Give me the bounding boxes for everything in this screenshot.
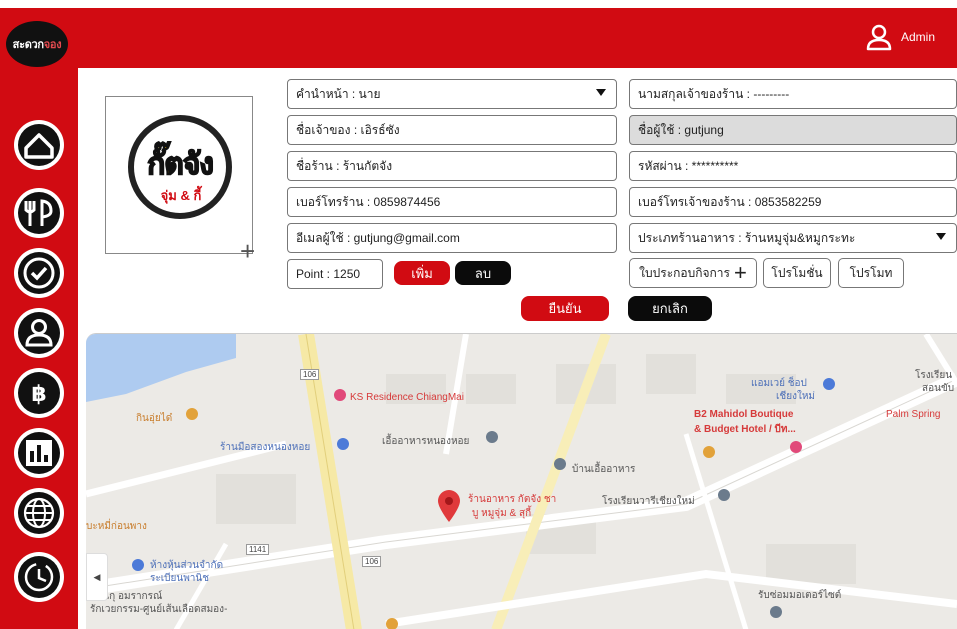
location-pin-icon[interactable] [437, 489, 461, 523]
cancel-button[interactable]: ยกเลิก [628, 296, 712, 321]
place-pin-icon[interactable] [554, 458, 566, 470]
map-label-ban-ue: บ้านเอื้ออาหาร [572, 464, 636, 475]
map-collapse-button[interactable]: ◀ [86, 553, 108, 601]
map-label-school: โรงเรียนวารีเชียงใหม่ [602, 496, 695, 507]
sidebar-item-web[interactable] [12, 486, 66, 540]
point-field[interactable]: Point : 1250 [287, 259, 383, 289]
place-pin-icon[interactable] [770, 606, 782, 618]
username-field: ชื่อผู้ใช้ : gutjung [629, 115, 957, 145]
owner-name-field[interactable]: ชื่อเจ้าของ : เอิรธ์ซัง [287, 115, 617, 145]
map-label-ran-mue: ร้านมือสองหนองหอย [220, 442, 311, 453]
sidebar-item-restaurant[interactable] [12, 186, 66, 240]
history-icon [14, 552, 64, 602]
map-label-bottom-left-2: รักเวยกรรม-ศูนย์เส้นเลือดสมอง- [90, 604, 228, 615]
map-label-b2-2: & Budget Hotel / บีท... [694, 424, 796, 435]
hotel-pin-icon[interactable] [334, 389, 346, 401]
map-label-b2-1: B2 Mahidol Boutique [694, 409, 794, 420]
owner-name-value: ชื่อเจ้าของ : เอิรธ์ซัง [296, 122, 400, 137]
map-label-repair: รับซ่อมมอเตอร์ไซต์ [758, 590, 842, 601]
email-field[interactable]: อีเมลผู้ใช้ : gutjung@gmail.com [287, 223, 617, 253]
map-label-ue-nong: เอื้ออาหารหนองหอย [382, 436, 470, 447]
confirm-button[interactable]: ยืนยัน [521, 296, 609, 321]
map-label-shop-1: ร้านอาหาร กัตจัง ชา [468, 494, 557, 505]
license-upload-button[interactable]: ใบประกอบกิจการ + [629, 258, 757, 288]
chevron-down-icon [596, 89, 606, 96]
title-prefix-value: คำนำหน้า : นาย [296, 86, 381, 101]
logo-title: กั๊ตจัง [146, 147, 214, 182]
shop-name-field[interactable]: ชื่อร้าน : ร้านกัตจัง [287, 151, 617, 181]
user-icon [14, 308, 64, 358]
place-pin-icon[interactable] [486, 431, 498, 443]
globe-icon [14, 488, 64, 538]
shop-pin-icon[interactable] [337, 438, 349, 450]
shop-type-select[interactable]: ประเภทร้านอาหาร : ร้านหมูจุ่ม&หมูกระทะ [629, 223, 957, 253]
owner-lastname-value: นามสกุลเจ้าของร้าน : --------- [638, 86, 790, 101]
shop-phone-value: เบอร์โทรร้าน : 0859874456 [296, 194, 441, 209]
license-label: ใบประกอบกิจการ [639, 265, 730, 280]
map-label-palm: Palm Spring [886, 409, 941, 420]
sidebar-item-home[interactable] [12, 118, 66, 172]
point-value: Point : 1250 [296, 267, 361, 281]
owner-phone-value: เบอร์โทรเจ้าของร้าน : 0853582259 [638, 194, 822, 209]
shop-name-value: ชื่อร้าน : ร้านกัตจัง [296, 158, 393, 173]
username-value: ชื่อผู้ใช้ : gutjung [638, 122, 724, 137]
svg-text:฿: ฿ [31, 382, 46, 407]
email-value: อีเมลผู้ใช้ : gutjung@gmail.com [296, 230, 460, 245]
map-label-amway-2: เชียงใหม่ [776, 391, 816, 402]
promotion-button[interactable]: โปรโมชั่น [763, 258, 831, 288]
check-icon [14, 248, 64, 298]
sidebar-item-coin[interactable]: ฿ [12, 366, 66, 420]
user-icon [866, 24, 892, 51]
map-label-kin-oi: กินอุ่ยได๋ [136, 413, 173, 424]
chart-icon [14, 428, 64, 478]
sidebar-item-orders[interactable] [12, 246, 66, 300]
map-label-school-right-2: สอนขับ [922, 383, 955, 394]
shop-logo-box[interactable]: กั๊ตจัง จุ่ม & กี้ [105, 96, 253, 254]
location-map[interactable]: 106 106 1141 KS Residence ChiangMai B2 M… [86, 333, 957, 629]
school-pin-icon[interactable] [718, 489, 730, 501]
road-badge: 1141 [246, 544, 270, 555]
brand-accent-text: จอง [43, 39, 62, 51]
shop-phone-field[interactable]: เบอร์โทรร้าน : 0859874456 [287, 187, 617, 217]
restaurant-pin-icon[interactable] [386, 618, 398, 629]
password-value: รหัสผ่าน : ********** [638, 158, 739, 173]
owner-phone-field[interactable]: เบอร์โทรเจ้าของร้าน : 0853582259 [629, 187, 957, 217]
plus-icon: + [733, 260, 747, 285]
brand-text: สะดวก [12, 39, 44, 51]
map-label-ks: KS Residence ChiangMai [350, 392, 464, 403]
add-logo-plus-icon[interactable]: + [240, 238, 262, 264]
remove-point-button[interactable]: ลบ [455, 261, 511, 285]
sidebar: ฿ [0, 8, 78, 629]
sidebar-item-report[interactable] [12, 426, 66, 480]
add-point-button[interactable]: เพิ่ม [394, 261, 450, 285]
sidebar-item-history[interactable] [12, 550, 66, 604]
chevron-down-icon [936, 233, 946, 240]
chevron-left-icon: ◀ [93, 571, 101, 582]
logo-subtitle: จุ่ม & กี้ [160, 188, 202, 203]
hotel-pin-icon[interactable] [790, 441, 802, 453]
brand-logo: สะดวก จอง [6, 21, 68, 67]
title-prefix-select[interactable]: คำนำหน้า : นาย [287, 79, 617, 109]
map-label-noodle: บะหมี่ก่อนพาง [86, 521, 147, 532]
sidebar-item-profile[interactable] [12, 306, 66, 360]
restaurant-pin-icon[interactable] [186, 408, 198, 420]
shop-pin-icon[interactable] [823, 378, 835, 390]
restaurant-icon [14, 188, 64, 238]
promote-button[interactable]: โปรโมท [838, 258, 904, 288]
shop-pin-icon[interactable] [132, 559, 144, 571]
shop-type-value: ประเภทร้านอาหาร : ร้านหมูจุ่ม&หมูกระทะ [638, 230, 856, 245]
map-label-shop-2: บู หมูจุ่ม & สุกี้ [472, 508, 532, 519]
owner-lastname-field[interactable]: นามสกุลเจ้าของร้าน : --------- [629, 79, 957, 109]
admin-label: Admin [900, 30, 935, 44]
road-badge: 106 [362, 556, 382, 567]
home-icon [14, 120, 64, 170]
bitcoin-icon: ฿ [14, 368, 64, 418]
road-badge: 106 [300, 369, 320, 380]
admin-menu[interactable]: Admin [865, 23, 935, 51]
map-label-hang-2: ระเบียนพานิช [150, 573, 210, 584]
restaurant-pin-icon[interactable] [703, 446, 715, 458]
password-field[interactable]: รหัสผ่าน : ********** [629, 151, 957, 181]
top-bar [0, 8, 957, 68]
